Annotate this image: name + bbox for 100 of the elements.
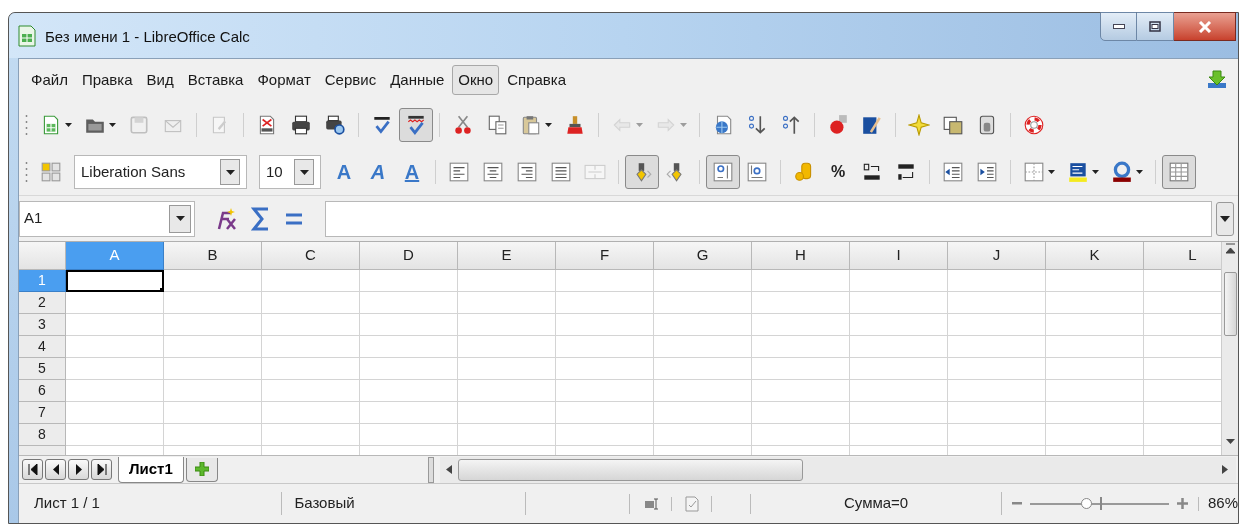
name-box[interactable]: A1 xyxy=(19,200,195,237)
expand-formula-button[interactable] xyxy=(1216,201,1234,236)
grid-cell[interactable] xyxy=(654,314,752,336)
grid-cell[interactable] xyxy=(752,380,850,402)
grid-cell[interactable] xyxy=(458,380,556,402)
grid-cell[interactable] xyxy=(66,402,164,424)
scroll-down-icon[interactable] xyxy=(1225,439,1235,445)
grid-cell[interactable] xyxy=(850,402,948,424)
column-header[interactable]: L xyxy=(1144,242,1221,270)
splitter-handle[interactable] xyxy=(427,456,434,483)
grid-cell[interactable] xyxy=(752,402,850,424)
grid-cell[interactable] xyxy=(360,402,458,424)
font-size-combobox[interactable]: 10 xyxy=(259,155,321,189)
column-header[interactable]: E xyxy=(458,242,556,270)
column-header[interactable]: D xyxy=(360,242,458,270)
grid-cell[interactable] xyxy=(1144,424,1221,446)
next-sheet-button[interactable] xyxy=(68,459,89,480)
menu-item[interactable]: Правка xyxy=(75,64,139,96)
dropdown-button[interactable] xyxy=(220,159,240,185)
grid-cell[interactable] xyxy=(360,292,458,314)
column-header[interactable]: C xyxy=(262,242,360,270)
grid-cell[interactable] xyxy=(360,336,458,358)
select-all-corner[interactable] xyxy=(19,242,66,270)
grid-cell[interactable] xyxy=(66,380,164,402)
menu-item[interactable]: Вставка xyxy=(181,64,250,96)
grid-cell[interactable] xyxy=(654,402,752,424)
row-header[interactable]: 4 xyxy=(19,336,66,358)
grid-cell[interactable] xyxy=(458,424,556,446)
grid-cell[interactable] xyxy=(164,270,262,292)
grid-cell[interactable] xyxy=(948,446,1046,455)
grid-cell[interactable] xyxy=(948,358,1046,380)
grid-cell[interactable] xyxy=(66,292,164,314)
scrollbar-thumb[interactable] xyxy=(457,458,803,481)
last-sheet-button[interactable] xyxy=(91,459,112,480)
grid-cell[interactable] xyxy=(262,402,360,424)
zoom-slider[interactable] xyxy=(1030,496,1169,511)
grid-cell[interactable] xyxy=(556,358,654,380)
grid-cell[interactable] xyxy=(556,446,654,455)
row-header[interactable]: 8 xyxy=(19,424,66,446)
active-cell[interactable] xyxy=(66,270,164,292)
grid-cell[interactable] xyxy=(262,292,360,314)
sum-icon[interactable] xyxy=(251,205,271,232)
grid-cell[interactable] xyxy=(360,446,458,455)
grid-cell[interactable] xyxy=(1144,446,1221,455)
grid-cell[interactable] xyxy=(752,314,850,336)
grid-cell[interactable] xyxy=(850,314,948,336)
grid-cell[interactable] xyxy=(752,446,850,455)
grid-cell[interactable] xyxy=(556,336,654,358)
toolbar-button[interactable]: A xyxy=(361,155,395,189)
font-name-combobox[interactable]: Liberation Sans xyxy=(74,155,247,189)
column-header[interactable]: G xyxy=(654,242,752,270)
grid-cell[interactable] xyxy=(164,358,262,380)
minimize-button[interactable] xyxy=(1100,12,1137,41)
toolbar-button[interactable]: % xyxy=(821,155,855,189)
grid-cell[interactable] xyxy=(1046,292,1144,314)
scroll-left-icon[interactable] xyxy=(445,465,452,474)
menu-item[interactable]: Формат xyxy=(251,64,317,96)
add-sheet-tab[interactable] xyxy=(185,457,218,482)
grid-cell[interactable] xyxy=(1144,292,1221,314)
grid-cell[interactable] xyxy=(556,270,654,292)
grid-cell[interactable] xyxy=(556,292,654,314)
scrollbar-thumb[interactable] xyxy=(1223,272,1237,336)
scroll-right-icon[interactable] xyxy=(1222,465,1228,474)
grid-cell[interactable] xyxy=(458,292,556,314)
grid-cell[interactable] xyxy=(66,314,164,336)
vertical-scrollbar[interactable] xyxy=(1221,242,1238,455)
grid-cell[interactable] xyxy=(654,446,752,455)
grid-cell[interactable] xyxy=(1046,336,1144,358)
scroll-up-icon[interactable] xyxy=(1225,242,1235,256)
equals-icon[interactable] xyxy=(285,212,303,225)
grid-cell[interactable] xyxy=(66,424,164,446)
grid-cell[interactable] xyxy=(850,446,948,455)
previous-sheet-button[interactable] xyxy=(45,459,66,480)
menu-item[interactable]: Справка xyxy=(501,64,573,96)
grid-cell[interactable] xyxy=(360,424,458,446)
download-update-icon[interactable] xyxy=(1206,70,1228,90)
grid-cell[interactable] xyxy=(948,380,1046,402)
grid-cell[interactable] xyxy=(752,336,850,358)
column-header[interactable]: H xyxy=(752,242,850,270)
grid-cell[interactable] xyxy=(66,446,164,455)
grid-cell[interactable] xyxy=(752,292,850,314)
grid-cell[interactable] xyxy=(1144,336,1221,358)
row-header[interactable]: 5 xyxy=(19,358,66,380)
grid-cell[interactable] xyxy=(850,424,948,446)
grid-cell[interactable] xyxy=(948,314,1046,336)
grid-cell[interactable] xyxy=(458,402,556,424)
menu-item[interactable]: Сервис xyxy=(318,64,383,96)
grid-cell[interactable] xyxy=(752,358,850,380)
grid-cell[interactable] xyxy=(262,336,360,358)
grid-cell[interactable] xyxy=(262,446,360,455)
grid-cell[interactable] xyxy=(164,446,262,455)
grid-cell[interactable] xyxy=(556,402,654,424)
grid-cell[interactable] xyxy=(164,336,262,358)
grid-cell[interactable] xyxy=(1046,402,1144,424)
grid-cell[interactable] xyxy=(1144,380,1221,402)
grid-cell[interactable] xyxy=(654,292,752,314)
grid-cell[interactable] xyxy=(1046,424,1144,446)
grid-cell[interactable] xyxy=(1046,446,1144,455)
grid-cell[interactable] xyxy=(948,292,1046,314)
first-sheet-button[interactable] xyxy=(22,459,43,480)
